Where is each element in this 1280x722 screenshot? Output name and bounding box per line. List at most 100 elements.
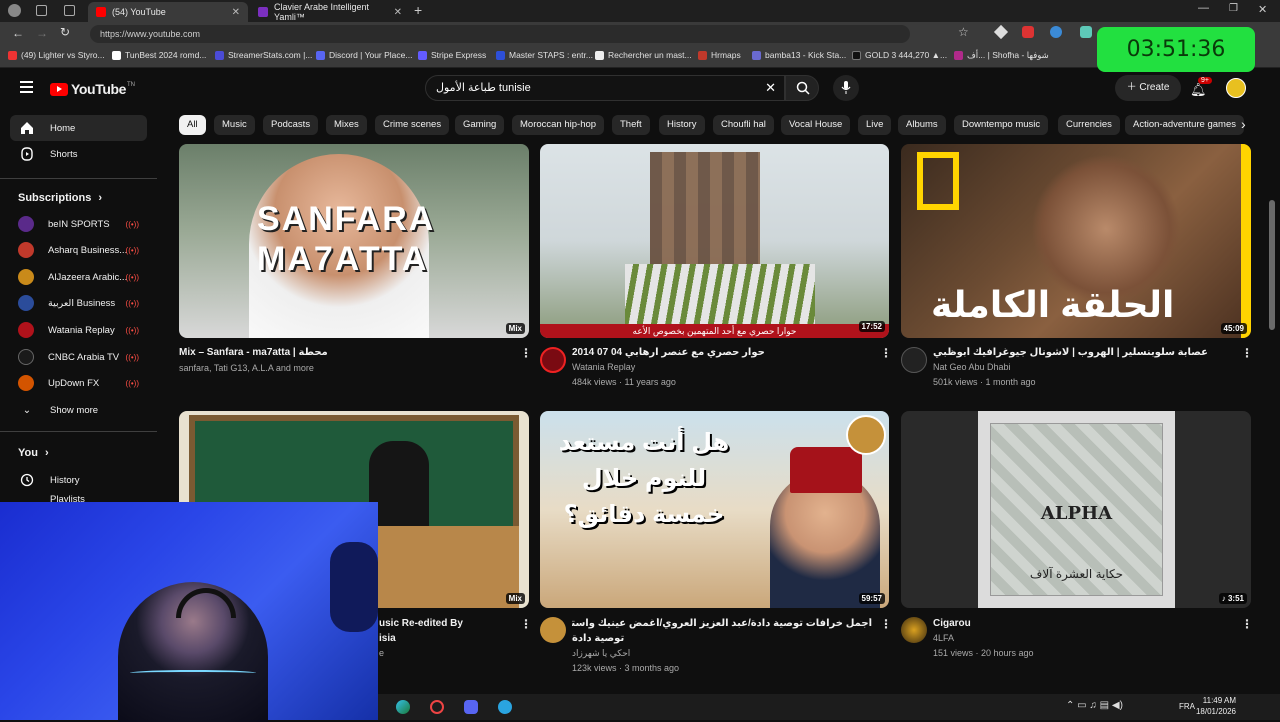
- chip-moroccan-hip-hop[interactable]: Moroccan hip-hop: [512, 115, 605, 135]
- more-options-icon[interactable]: ⋮: [1241, 346, 1253, 360]
- video-title-line2[interactable]: توصية دادة: [572, 633, 692, 644]
- extension-icon[interactable]: [1080, 26, 1092, 38]
- menu-icon[interactable]: [20, 81, 33, 93]
- sidebar-item-channel[interactable]: العربية Business ((•)): [10, 290, 147, 316]
- channel-name[interactable]: 4LFA: [933, 633, 954, 643]
- video-title[interactable]: أجمل خرافات توصية دادة/عبد العزيز العروي…: [572, 618, 872, 629]
- tab-youtube[interactable]: (54) YouTube ✕: [88, 2, 248, 22]
- bookmark-item[interactable]: Discord | Your Place...: [316, 50, 412, 60]
- bookmark-item[interactable]: أف... | Shofha - شوفها: [954, 50, 1049, 61]
- chip-vocal-house[interactable]: Vocal House: [781, 115, 851, 135]
- video-title[interactable]: Cigarou: [933, 618, 1233, 629]
- bookmark-item[interactable]: TunBest 2024 romd...: [112, 50, 206, 60]
- channel-avatar[interactable]: [901, 617, 927, 643]
- chip-history[interactable]: History: [659, 115, 705, 135]
- extension-icon[interactable]: [993, 24, 1009, 40]
- bookmark-item[interactable]: Rechercher un mast...: [595, 50, 692, 60]
- chip-downtempo-music[interactable]: Downtempo music: [954, 115, 1049, 135]
- chip-mixes[interactable]: Mixes: [326, 115, 367, 135]
- channel-avatar[interactable]: [540, 617, 566, 643]
- more-options-icon[interactable]: ⋮: [520, 346, 532, 360]
- bookmark-item[interactable]: (49) Lighter vs Styro...: [8, 50, 105, 60]
- reload-icon[interactable]: ↻: [60, 25, 70, 39]
- close-tab-icon[interactable]: ✕: [394, 7, 402, 18]
- more-options-icon[interactable]: ⋮: [880, 346, 892, 360]
- chip-music[interactable]: Music: [214, 115, 255, 135]
- channel-name[interactable]: Nat Geo Abu Dhabi: [933, 362, 1011, 372]
- app-icon[interactable]: [430, 700, 444, 714]
- voice-search-button[interactable]: [833, 75, 859, 101]
- tab-actions-icon[interactable]: [64, 5, 75, 16]
- chip-live[interactable]: Live: [858, 115, 892, 135]
- channel-avatar[interactable]: [901, 347, 927, 373]
- extension-icon[interactable]: [1050, 26, 1062, 38]
- more-options-icon[interactable]: ⋮: [520, 617, 532, 631]
- clock-time[interactable]: 11:49 AM: [1200, 696, 1236, 705]
- close-tab-icon[interactable]: ✕: [232, 7, 240, 18]
- chip-podcasts[interactable]: Podcasts: [263, 115, 319, 135]
- sidebar-item-shorts[interactable]: Shorts: [10, 141, 147, 167]
- notifications-button[interactable]: 🔔︎ 9+: [1190, 77, 1212, 99]
- bookmark-item[interactable]: Stripe Express: [418, 50, 486, 60]
- chip-currencies[interactable]: Currencies: [1058, 115, 1120, 135]
- chip-crime-scenes[interactable]: Crime scenes: [375, 115, 450, 135]
- more-options-icon[interactable]: ⋮: [1241, 617, 1253, 631]
- close-window-icon[interactable]: ✕: [1258, 3, 1267, 16]
- tab-yamli[interactable]: Clavier Arabe Intelligent Yamli™ ✕: [250, 2, 410, 22]
- forward-icon[interactable]: →: [36, 26, 48, 40]
- video-title[interactable]: usic Re-edited By: [379, 618, 519, 629]
- chip-theft[interactable]: Theft: [612, 115, 650, 135]
- url-field[interactable]: https://www.youtube.com: [90, 25, 910, 43]
- chip-choufli-hal[interactable]: Choufli hal: [713, 115, 774, 135]
- chip-all[interactable]: All: [179, 115, 206, 135]
- video-title[interactable]: حوار حصري مع عنصر ارهابي 04 07 2014: [572, 347, 872, 358]
- channel-name[interactable]: احكي يا شهرزاد: [572, 648, 630, 659]
- bookmark-item[interactable]: GOLD 3 444,270 ▲...: [852, 50, 947, 60]
- sidebar-item-channel[interactable]: Watania Replay ((•)): [10, 317, 147, 343]
- sidebar-item-channel[interactable]: CNBC Arabia TV ((•)): [10, 344, 147, 370]
- subscriptions-heading[interactable]: Subscriptions ›: [18, 192, 102, 204]
- chip-gaming[interactable]: Gaming: [455, 115, 505, 135]
- clock-date[interactable]: 18/01/2026: [1192, 707, 1236, 716]
- channel-avatar[interactable]: [540, 347, 566, 373]
- channel-name[interactable]: Watania Replay: [572, 362, 635, 372]
- chip-albums[interactable]: Albums: [898, 115, 946, 135]
- youtube-logo[interactable]: YouTube TN: [50, 81, 135, 97]
- avatar[interactable]: [1226, 78, 1246, 98]
- sidebar-item-home[interactable]: Home: [10, 115, 147, 141]
- video-thumbnail[interactable]: هل أنت مستعد للنوم خلال خمسة دقائق؟ 59:5…: [540, 411, 889, 608]
- sidebar-item-channel[interactable]: AlJazeera Arabic... ((•)): [10, 264, 147, 290]
- video-thumbnail[interactable]: SANFARA MA7ATTA Mix: [179, 144, 529, 338]
- video-title[interactable]: عصابة سلوبنسلير | الهروب | لاشونال جيوغر…: [933, 347, 1233, 358]
- chevron-right-icon[interactable]: ›: [1241, 116, 1246, 132]
- search-button[interactable]: [785, 75, 819, 101]
- star-icon[interactable]: ☆: [958, 25, 969, 39]
- sidebar-item-channel[interactable]: UpDown FX ((•)): [10, 370, 147, 396]
- video-thumbnail[interactable]: ALPHA حكاية العشرة آلاف ♪ 3:51: [901, 411, 1251, 608]
- video-thumbnail[interactable]: حوارا حصري مع أحد المتهمين بخصوص الأعه 1…: [540, 144, 889, 338]
- system-tray-icons[interactable]: ⌃ ▭ ♫ ▤ ◀): [1066, 700, 1123, 711]
- video-title[interactable]: Mix – Sanfara - ma7atta | محطة: [179, 347, 499, 358]
- video-thumbnail[interactable]: الحلقة الكاملة 45:09: [901, 144, 1251, 338]
- more-options-icon[interactable]: ⋮: [880, 617, 892, 631]
- telegram-icon[interactable]: [498, 700, 512, 714]
- minimize-icon[interactable]: —: [1198, 2, 1209, 14]
- scrollbar[interactable]: [1269, 200, 1275, 330]
- profile-icon[interactable]: [8, 4, 21, 17]
- sidebar-item-channel[interactable]: beIN SPORTS ((•)): [10, 211, 147, 237]
- bookmark-item[interactable]: Master STAPS : entr...: [496, 50, 593, 60]
- extension-icon[interactable]: [1022, 26, 1034, 38]
- search-input[interactable]: طباعة الأمول tunisie ✕: [425, 75, 785, 101]
- create-button[interactable]: ＋ Create: [1115, 75, 1181, 101]
- chip-action-adventure-games[interactable]: Action-adventure games: [1125, 115, 1244, 135]
- clear-search-icon[interactable]: ✕: [765, 76, 776, 100]
- bookmark-item[interactable]: Hrmaps: [698, 50, 741, 60]
- edge-icon[interactable]: [396, 700, 410, 714]
- sidebar-item-history[interactable]: History: [10, 467, 147, 493]
- bookmark-item[interactable]: bamba13 - Kick Sta...: [752, 50, 846, 60]
- discord-icon[interactable]: [464, 700, 478, 714]
- maximize-icon[interactable]: ❐: [1229, 3, 1238, 14]
- video-title-line2[interactable]: isia: [379, 633, 519, 644]
- sidebar-item-channel[interactable]: Asharq Business... ((•)): [10, 237, 147, 263]
- bookmark-item[interactable]: StreamerStats.com |...: [215, 50, 312, 60]
